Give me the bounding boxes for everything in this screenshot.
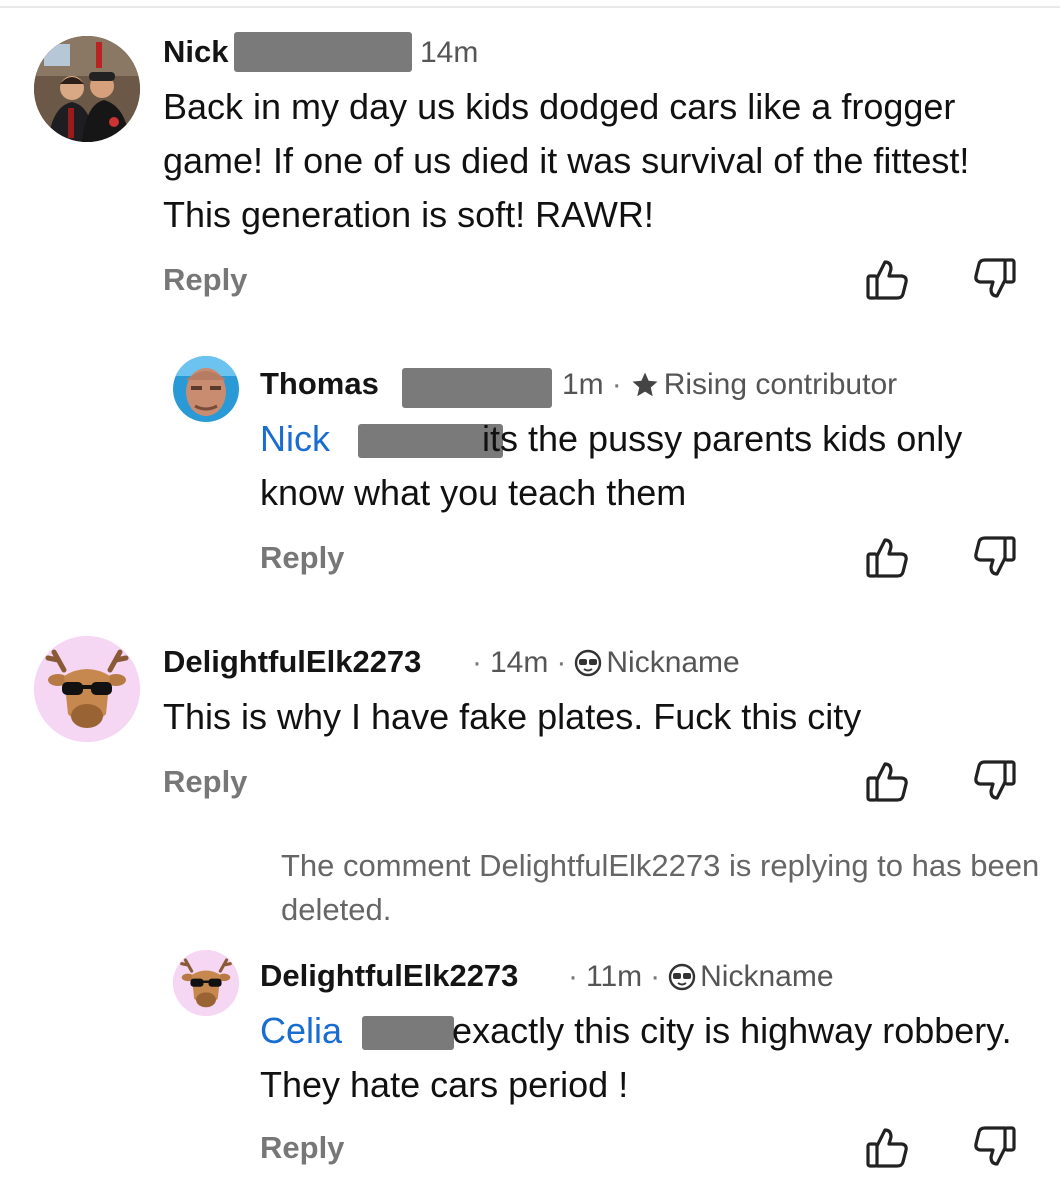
comment-author[interactable]: DelightfulElk2273 [163, 644, 421, 680]
avatar[interactable] [34, 636, 140, 742]
comment-author[interactable]: Nick [163, 34, 228, 70]
redaction-bar [234, 32, 412, 72]
reply-button[interactable]: Reply [163, 262, 247, 298]
separator: · [472, 646, 482, 679]
comment-time: 14m [420, 36, 479, 69]
reply-button[interactable]: Reply [260, 540, 344, 576]
comment-meta: · 14m · Nickname [472, 646, 740, 680]
comment-text: This is why I have fake plates. Fuck thi… [163, 696, 862, 737]
comment-author[interactable]: Thomas [260, 366, 379, 402]
separator: · [611, 368, 622, 401]
mention-link[interactable]: Celia [260, 1010, 342, 1051]
thumbs-up-icon[interactable] [864, 534, 910, 580]
deleted-comment-notice: The comment DelightfulElk2273 is replyin… [281, 848, 1040, 927]
comment-time: 11m [586, 960, 643, 993]
top-divider [0, 6, 1060, 8]
comment-text: Celia exactly this city is highway robber… [260, 1004, 1040, 1112]
sunglasses-icon [575, 649, 602, 677]
thumbs-up-icon[interactable] [864, 256, 910, 302]
reply-button[interactable]: Reply [260, 1130, 344, 1166]
avatar[interactable] [173, 950, 239, 1016]
avatar[interactable] [34, 36, 140, 142]
separator: · [556, 646, 567, 679]
contributor-badge: Rising contributor [663, 368, 898, 401]
star-icon [632, 372, 658, 397]
mention-link[interactable]: Nick [260, 418, 330, 459]
thumbs-down-icon[interactable] [972, 256, 1018, 302]
separator: · [650, 960, 661, 993]
comment-text: Back in my day us kids dodged cars like … [163, 86, 970, 235]
comment-time: 14m [490, 646, 549, 679]
comment-author[interactable]: DelightfulElk2273 [260, 958, 518, 994]
comment-text: Nick its the pussy parents kids only know… [260, 412, 1020, 520]
redaction-bar [402, 368, 552, 408]
nickname-badge: Nickname [700, 960, 834, 993]
separator: · [568, 960, 578, 993]
sunglasses-icon [668, 963, 696, 991]
thumbs-up-icon[interactable] [864, 1124, 910, 1170]
avatar[interactable] [173, 356, 239, 422]
nickname-badge: Nickname [606, 646, 740, 679]
comment-meta: 1m · Rising contributor [562, 368, 897, 402]
thumbs-up-icon[interactable] [864, 758, 910, 804]
comment-text-content: its the pussy parents kids only know wha… [260, 418, 963, 513]
thumbs-down-icon[interactable] [972, 758, 1018, 804]
comment-meta: · 11m · Nickname [568, 960, 834, 994]
thumbs-down-icon[interactable] [972, 534, 1018, 580]
comment-time: 1m [562, 368, 604, 401]
reply-button[interactable]: Reply [163, 764, 247, 800]
comment-text-content: exactly this city is highway robbery. Th… [260, 1010, 1012, 1105]
thumbs-down-icon[interactable] [972, 1124, 1018, 1170]
